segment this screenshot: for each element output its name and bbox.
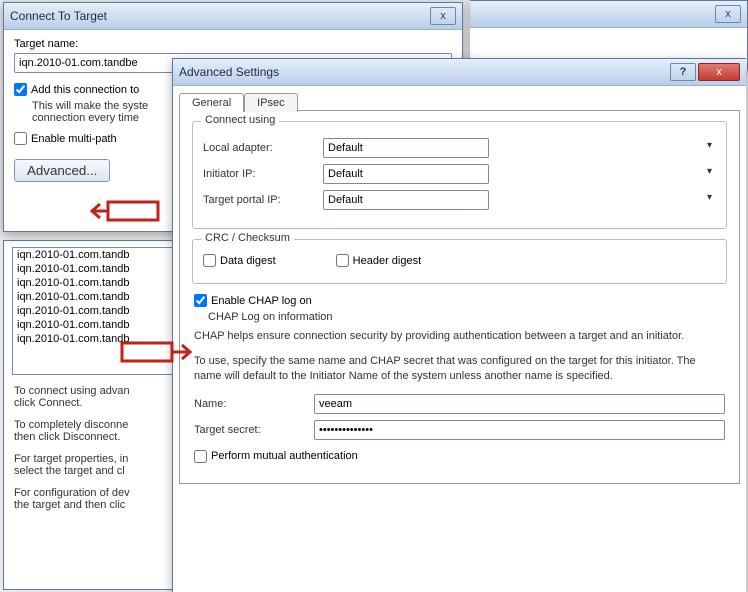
chap-secret-field[interactable] xyxy=(314,420,725,440)
close-icon: x xyxy=(716,66,722,78)
adv-close-button[interactable]: x xyxy=(698,63,740,81)
connect-using-legend: Connect using xyxy=(201,114,279,126)
chap-info-group: CHAP Log on information CHAP helps ensur… xyxy=(192,311,727,463)
chap-name-label: Name: xyxy=(194,398,314,410)
chap-info-legend: CHAP Log on information xyxy=(208,311,725,323)
target-portal-select[interactable] xyxy=(323,190,489,210)
background-titlebar: x xyxy=(470,1,747,28)
enable-chap-label: Enable CHAP log on xyxy=(211,295,312,307)
add-connection-checkbox[interactable] xyxy=(14,83,27,96)
chap-help-text: To use, specify the same name and CHAP s… xyxy=(194,354,725,384)
advanced-settings-window: Advanced Settings ? x General IPsec Conn… xyxy=(172,58,746,592)
connect-title: Connect To Target xyxy=(10,9,107,23)
background-close-button[interactable]: x xyxy=(715,5,741,23)
mutual-auth-checkbox[interactable] xyxy=(194,450,207,463)
enable-multipath-checkbox[interactable] xyxy=(14,132,27,145)
crc-legend: CRC / Checksum xyxy=(201,232,294,244)
initiator-ip-select[interactable] xyxy=(323,164,489,184)
local-adapter-label: Local adapter: xyxy=(203,142,323,154)
header-digest-label: Header digest xyxy=(353,255,422,267)
tab-ipsec[interactable]: IPsec xyxy=(244,93,298,112)
connect-using-group: Connect using Local adapter: Initiator I… xyxy=(192,121,727,229)
adv-tabpanel: Connect using Local adapter: Initiator I… xyxy=(179,110,740,484)
connect-close-button[interactable]: x xyxy=(430,7,456,25)
tab-general[interactable]: General xyxy=(179,93,244,112)
initiator-ip-label: Initiator IP: xyxy=(203,168,323,180)
enable-chap-checkbox[interactable] xyxy=(194,294,207,307)
close-icon: x xyxy=(725,8,731,20)
target-name-label: Target name: xyxy=(14,38,452,50)
crc-group: CRC / Checksum Data digest Header digest xyxy=(192,239,727,284)
advanced-button[interactable]: Advanced... xyxy=(14,159,110,182)
help-icon: ? xyxy=(680,66,687,78)
chap-help-text: CHAP helps ensure connection security by… xyxy=(194,329,725,344)
local-adapter-select[interactable] xyxy=(323,138,489,158)
adv-titlebar: Advanced Settings ? x xyxy=(173,59,746,86)
close-icon: x xyxy=(440,10,446,22)
enable-multipath-label: Enable multi-path xyxy=(31,133,117,145)
adv-tabstrip: General IPsec xyxy=(179,92,740,111)
chap-name-field[interactable] xyxy=(314,394,725,414)
target-portal-label: Target portal IP: xyxy=(203,194,323,206)
adv-title: Advanced Settings xyxy=(179,65,279,79)
chap-secret-label: Target secret: xyxy=(194,424,314,436)
add-connection-label: Add this connection to xyxy=(31,84,139,96)
data-digest-checkbox[interactable] xyxy=(203,254,216,267)
mutual-auth-label: Perform mutual authentication xyxy=(211,450,358,462)
data-digest-label: Data digest xyxy=(220,255,276,267)
adv-help-button[interactable]: ? xyxy=(670,63,696,81)
connect-titlebar: Connect To Target x xyxy=(4,3,462,30)
header-digest-checkbox[interactable] xyxy=(336,254,349,267)
